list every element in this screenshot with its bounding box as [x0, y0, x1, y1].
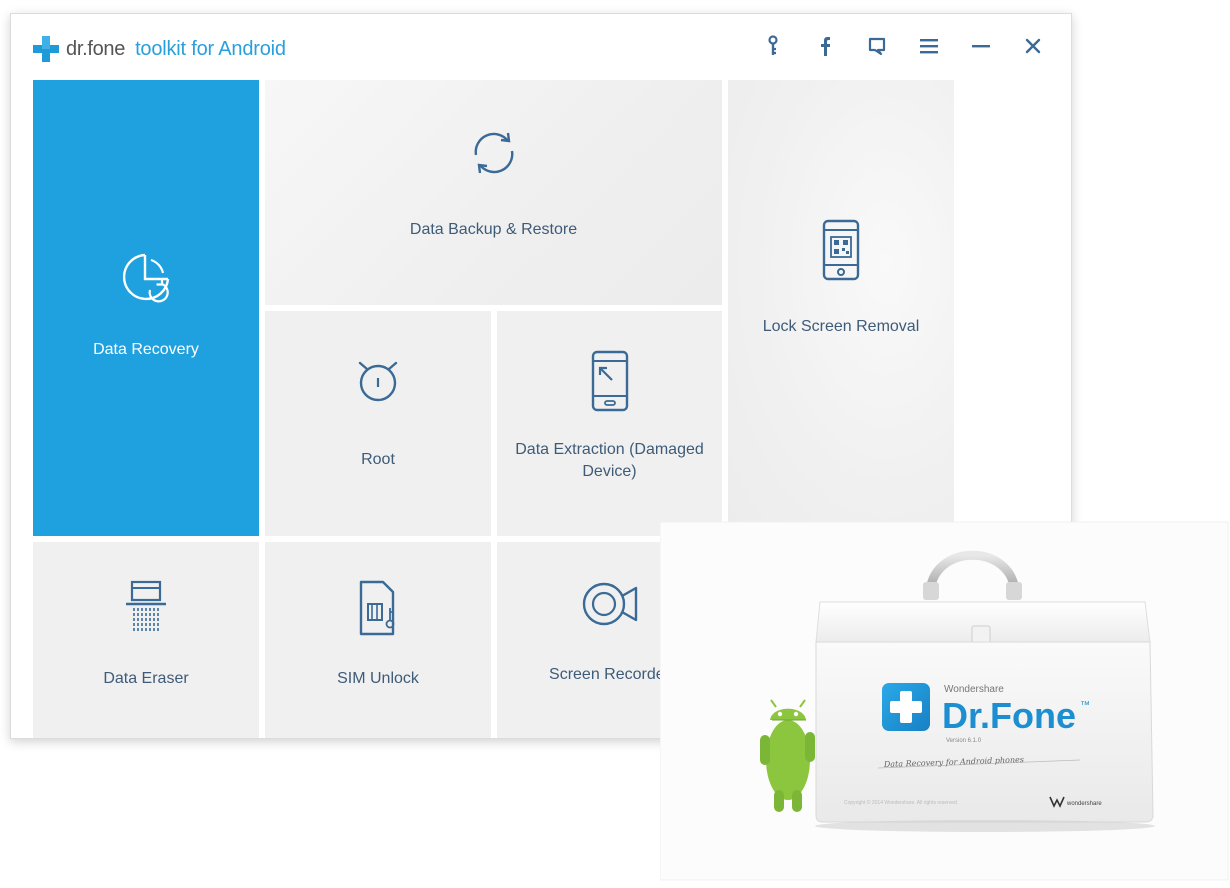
tile-label: Lock Screen Removal: [762, 318, 920, 335]
tile-label: Screen Recorder: [549, 666, 670, 683]
box-trademark: ™: [1080, 700, 1090, 711]
key-icon[interactable]: [761, 34, 785, 58]
product-name: toolkit for Android: [135, 37, 286, 60]
pie-chart-refresh-icon: [122, 253, 170, 303]
video-camera-icon: [582, 582, 637, 626]
titlebar: dr.fone toolkit for Android: [11, 14, 1071, 80]
sim-card-icon: [359, 580, 395, 636]
box-maker: Wondershare: [944, 684, 1004, 695]
shredder-icon: [126, 580, 166, 632]
close-icon[interactable]: [1021, 34, 1045, 58]
tile-sim-unlock[interactable]: SIM Unlock: [265, 542, 491, 738]
logo-plus-icon: [33, 36, 59, 62]
product-box-illustration: Wondershare Dr.Fone ™ Version 6.1.0 Data…: [659, 520, 1230, 883]
app-logo: dr.fone toolkit for Android: [33, 36, 286, 62]
tile-data-recovery[interactable]: Data Recovery: [33, 80, 259, 536]
tile-label: Data Recovery: [93, 341, 199, 358]
tile-label: Data Eraser: [103, 670, 189, 687]
box-copyright: Copyright © 2014 Wondershare. All rights…: [844, 799, 958, 806]
tile-root[interactable]: Root: [265, 311, 491, 536]
menu-icon[interactable]: [917, 34, 941, 58]
box-footer-brand: wondershare: [1066, 801, 1102, 807]
tile-label: Root: [361, 450, 395, 468]
brand-name: dr.fone: [66, 37, 126, 60]
minimize-icon[interactable]: [969, 34, 993, 58]
feedback-icon[interactable]: [865, 34, 889, 58]
tile-data-backup-restore[interactable]: Data Backup & Restore: [265, 80, 722, 305]
tile-label: Data Extraction (Damaged Device): [515, 440, 704, 480]
phone-lock-icon: [822, 219, 860, 281]
tile-data-eraser[interactable]: Data Eraser: [33, 542, 259, 738]
tile-label: Data Backup & Restore: [409, 220, 578, 238]
facebook-icon[interactable]: [813, 34, 837, 58]
titlebar-actions: [733, 34, 1045, 58]
sync-icon: [474, 132, 513, 173]
tile-label: SIM Unlock: [337, 670, 419, 687]
phone-broken-icon: [591, 350, 628, 411]
alarm-clock-icon: [358, 361, 398, 401]
box-version: Version 6.1.0: [946, 738, 982, 744]
tile-lock-screen-removal[interactable]: Lock Screen Removal: [728, 80, 954, 536]
tile-data-extraction[interactable]: Data Extraction (Damaged Device): [497, 311, 722, 536]
box-product-name: Dr.Fone: [942, 695, 1076, 736]
